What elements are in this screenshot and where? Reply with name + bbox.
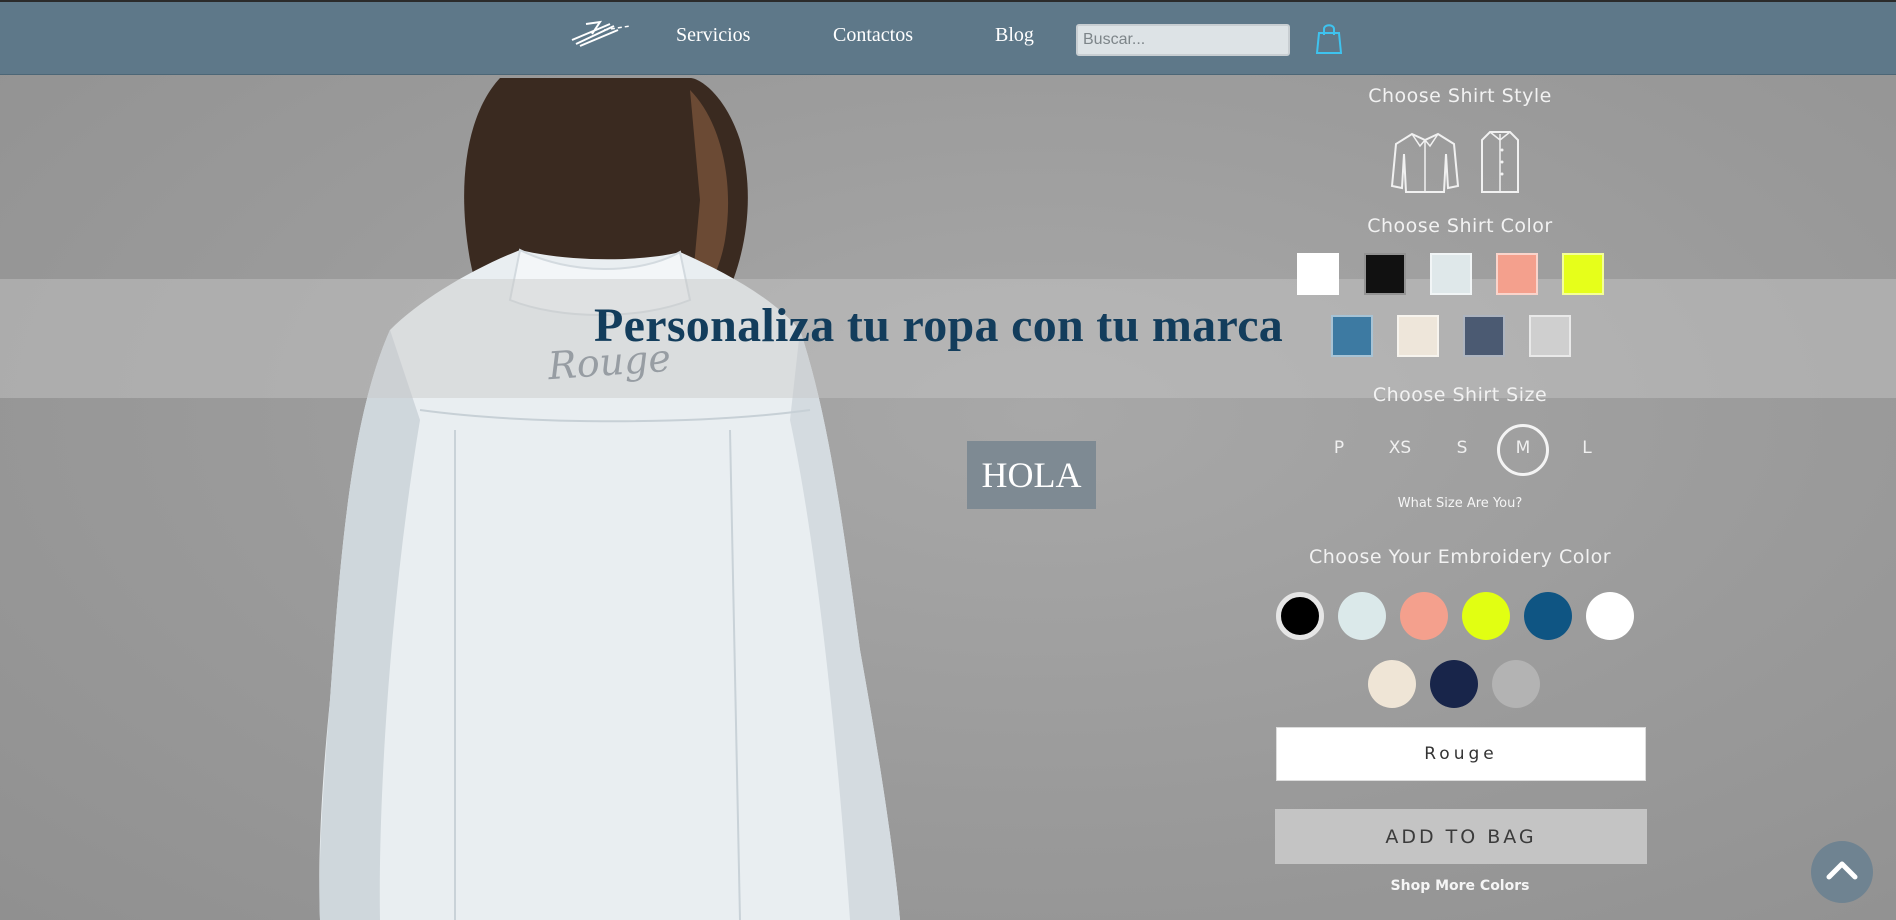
shirt-style-heading: Choose Shirt Style bbox=[1368, 85, 1552, 107]
shirt-color-swatch[interactable] bbox=[1463, 315, 1505, 357]
add-to-bag-button[interactable]: ADD TO BAG bbox=[1275, 809, 1647, 864]
scroll-to-top-button[interactable] bbox=[1811, 841, 1873, 903]
shirt-color-swatch[interactable] bbox=[1562, 253, 1604, 295]
size-option-l[interactable]: L bbox=[1572, 438, 1602, 458]
size-option-p[interactable]: P bbox=[1324, 438, 1354, 458]
shop-more-colors-link[interactable]: Shop More Colors bbox=[1260, 878, 1660, 894]
shirt-color-swatch[interactable] bbox=[1397, 315, 1439, 357]
shirt-color-swatch[interactable] bbox=[1529, 315, 1571, 357]
shirt-color-swatch[interactable] bbox=[1430, 253, 1472, 295]
nav-link-contactos[interactable]: Contactos bbox=[833, 24, 913, 47]
size-help-link[interactable]: What Size Are You? bbox=[1260, 496, 1660, 511]
nav-link-servicios[interactable]: Servicios bbox=[676, 24, 750, 47]
search-input[interactable] bbox=[1076, 24, 1290, 56]
size-option-m[interactable]: M bbox=[1508, 438, 1538, 458]
shirt-color-swatch[interactable] bbox=[1496, 253, 1538, 295]
nav-link-blog[interactable]: Blog bbox=[995, 24, 1034, 47]
hero-title: Personaliza tu ropa con tu marca bbox=[594, 299, 1284, 352]
embroidery-color-dot[interactable] bbox=[1400, 592, 1448, 640]
embroidery-color-dot[interactable] bbox=[1430, 660, 1478, 708]
embroidery-color-dot[interactable] bbox=[1338, 592, 1386, 640]
shirt-size-heading: Choose Shirt Size bbox=[1372, 384, 1548, 406]
brand-logo-icon[interactable] bbox=[570, 16, 632, 50]
embroidery-color-dot[interactable] bbox=[1276, 592, 1324, 640]
hola-button[interactable]: HOLA bbox=[967, 441, 1096, 509]
embroidery-color-dot[interactable] bbox=[1524, 592, 1572, 640]
embroidery-color-dot[interactable] bbox=[1462, 592, 1510, 640]
shirt-color-swatch[interactable] bbox=[1297, 253, 1339, 295]
shirt-color-swatch[interactable] bbox=[1331, 315, 1373, 357]
embroidery-color-dot[interactable] bbox=[1492, 660, 1540, 708]
long-sleeve-shirt-icon[interactable] bbox=[1390, 130, 1460, 194]
shirt-front-icon[interactable] bbox=[1480, 130, 1520, 194]
top-navbar: Servicios Contactos Blog bbox=[0, 0, 1896, 75]
chevron-up-icon bbox=[1826, 861, 1858, 880]
shirt-color-swatch[interactable] bbox=[1364, 253, 1406, 295]
embroidery-text-input[interactable] bbox=[1276, 727, 1646, 781]
size-option-xs[interactable]: XS bbox=[1385, 438, 1415, 458]
hero-model-photo bbox=[319, 78, 900, 920]
size-option-s[interactable]: S bbox=[1447, 438, 1477, 458]
shirt-color-heading: Choose Shirt Color bbox=[1367, 215, 1553, 237]
embroidery-color-heading: Choose Your Embroidery Color bbox=[1308, 546, 1612, 568]
embroidery-color-dot[interactable] bbox=[1368, 660, 1416, 708]
shopping-bag-icon[interactable] bbox=[1316, 21, 1342, 55]
embroidery-color-dot[interactable] bbox=[1586, 592, 1634, 640]
